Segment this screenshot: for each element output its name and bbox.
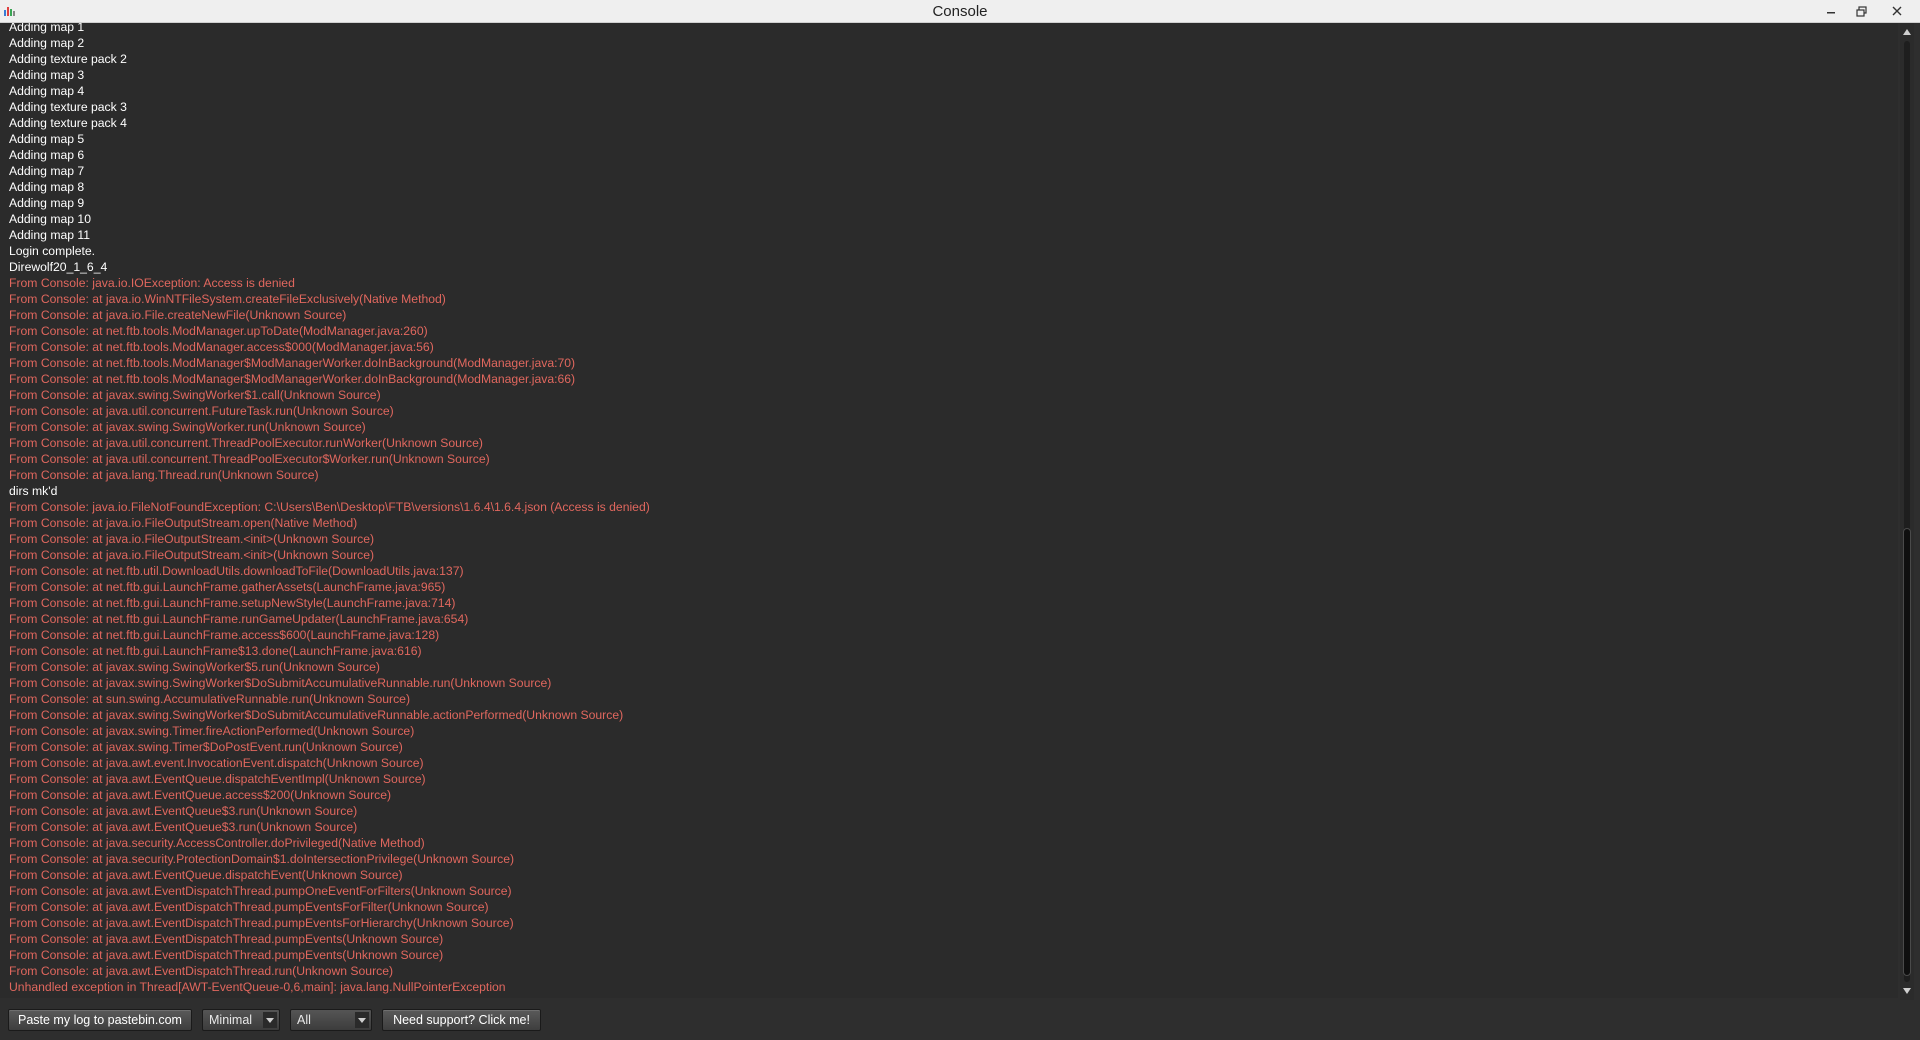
- minimize-button[interactable]: [1816, 0, 1846, 22]
- log-line: From Console: at java.io.WinNTFileSystem…: [9, 292, 446, 306]
- log-line: From Console: at javax.swing.Timer$DoPos…: [9, 740, 403, 754]
- log-line: From Console: at java.util.concurrent.Th…: [9, 436, 483, 450]
- log-line: Adding map 8: [9, 180, 85, 194]
- log-line: From Console: at net.ftb.tools.ModManage…: [9, 356, 576, 370]
- log-line: Adding map 5: [9, 132, 85, 146]
- log-line: From Console: at java.awt.EventQueue.dis…: [9, 868, 403, 882]
- log-line: From Console: at java.io.File.createNewF…: [9, 308, 347, 322]
- minimize-icon: [1827, 12, 1835, 14]
- paste-log-button[interactable]: Paste my log to pastebin.com: [8, 1009, 192, 1031]
- log-line: Direwolf20_1_6_4: [9, 260, 108, 274]
- log-line: From Console: at net.ftb.gui.LaunchFrame…: [9, 596, 456, 610]
- log-lines: Adding map 1 Adding map 2 Adding texture p…: [9, 23, 650, 995]
- log-source-value: All: [297, 1013, 311, 1027]
- scroll-up-button[interactable]: [1900, 25, 1914, 39]
- log-line: From Console: at javax.swing.SwingWorker…: [9, 708, 624, 722]
- arrow-up-icon: [1903, 29, 1911, 35]
- log-line: From Console: at sun.swing.AccumulativeR…: [9, 692, 411, 706]
- log-line: From Console: at javax.swing.Timer.fireA…: [9, 724, 415, 738]
- log-line: From Console: at java.util.concurrent.Th…: [9, 452, 490, 466]
- log-line: Adding map 2: [9, 36, 85, 50]
- close-icon: [1892, 6, 1902, 16]
- log-line: From Console: at java.awt.EventQueue$3.r…: [9, 820, 358, 834]
- log-line: From Console: at java.awt.EventDispatchT…: [9, 932, 444, 946]
- log-line: From Console: at java.security.AccessCon…: [9, 836, 425, 850]
- log-line: From Console: at java.awt.EventDispatchT…: [9, 964, 394, 978]
- support-button[interactable]: Need support? Click me!: [382, 1009, 541, 1031]
- log-line: Adding map 3: [9, 68, 85, 82]
- log-line: Adding map 10: [9, 212, 91, 226]
- log-line: From Console: at javax.swing.SwingWorker…: [9, 676, 552, 690]
- log-line: From Console: at net.ftb.gui.LaunchFrame…: [9, 580, 446, 594]
- log-line: From Console: java.io.IOException: Acces…: [9, 276, 295, 290]
- log-line: From Console: at net.ftb.gui.LaunchFrame…: [9, 612, 469, 626]
- log-line: From Console: at java.awt.EventDispatchT…: [9, 916, 514, 930]
- log-line: Adding texture pack 3: [9, 100, 127, 114]
- log-line: From Console: at net.ftb.tools.ModManage…: [9, 372, 576, 386]
- scroll-down-button[interactable]: [1900, 984, 1914, 998]
- log-line: From Console: at net.ftb.gui.LaunchFrame…: [9, 644, 422, 658]
- log-line: From Console: at javax.swing.SwingWorker…: [9, 660, 380, 674]
- log-type-value: Minimal: [209, 1013, 253, 1027]
- log-line: From Console: at java.awt.EventQueue.dis…: [9, 772, 426, 786]
- chevron-down-icon: [263, 1012, 277, 1028]
- vertical-scrollbar[interactable]: [1900, 23, 1914, 1000]
- log-line: From Console: at java.awt.EventQueue$3.r…: [9, 804, 358, 818]
- log-line: From Console: at java.awt.EventQueue.acc…: [9, 788, 392, 802]
- log-line: Unhandled exception in Thread[AWT-EventQ…: [9, 980, 506, 994]
- log-line: Adding map 7: [9, 164, 85, 178]
- log-line: Adding map 1: [9, 23, 85, 34]
- arrow-down-icon: [1903, 988, 1911, 994]
- log-type-select[interactable]: Minimal: [202, 1009, 280, 1031]
- log-line: Adding texture pack 4: [9, 116, 127, 130]
- log-line: From Console: java.io.FileNotFoundExcept…: [9, 500, 650, 514]
- log-line: dirs mk'd: [9, 484, 58, 498]
- log-line: From Console: at javax.swing.SwingWorker…: [9, 420, 366, 434]
- log-line: Adding map 4: [9, 84, 85, 98]
- log-line: From Console: at java.lang.Thread.run(Un…: [9, 468, 319, 482]
- log-line: Adding map 11: [9, 228, 91, 242]
- log-line: From Console: at java.awt.EventDispatchT…: [9, 900, 489, 914]
- log-line: From Console: at java.awt.event.Invocati…: [9, 756, 424, 770]
- close-button[interactable]: [1880, 0, 1914, 22]
- log-line: From Console: at java.awt.EventDispatchT…: [9, 948, 444, 962]
- log-line: From Console: at java.io.FileOutputStrea…: [9, 548, 375, 562]
- scroll-thumb[interactable]: [1903, 528, 1911, 976]
- restore-button[interactable]: [1846, 0, 1876, 22]
- log-line: From Console: at java.util.concurrent.Fu…: [9, 404, 394, 418]
- log-line: From Console: at net.ftb.tools.ModManage…: [9, 324, 428, 338]
- console-output[interactable]: Adding map 1 Adding map 2 Adding texture p…: [0, 23, 1898, 998]
- log-line: From Console: at net.ftb.tools.ModManage…: [9, 340, 434, 354]
- title-bar: Console: [0, 0, 1920, 23]
- log-source-select[interactable]: All: [290, 1009, 372, 1031]
- console-toolbar: Paste my log to pastebin.com Minimal All…: [0, 1000, 1920, 1040]
- log-line: From Console: at net.ftb.gui.LaunchFrame…: [9, 628, 440, 642]
- window-title: Console: [932, 3, 988, 20]
- log-line: Adding map 6: [9, 148, 85, 162]
- log-line: From Console: at java.security.Protectio…: [9, 852, 515, 866]
- log-line: From Console: at javax.swing.SwingWorker…: [9, 388, 381, 402]
- log-line: From Console: at net.ftb.util.DownloadUt…: [9, 564, 464, 578]
- log-line: From Console: at java.awt.EventDispatchT…: [9, 884, 512, 898]
- log-line: Login complete.: [9, 244, 96, 258]
- chevron-down-icon: [355, 1012, 369, 1028]
- log-line: From Console: at java.io.FileOutputStrea…: [9, 516, 358, 530]
- log-line: Adding texture pack 2: [9, 52, 127, 66]
- restore-icon: [1855, 5, 1867, 17]
- log-line: Adding map 9: [9, 196, 85, 210]
- log-line: From Console: at java.io.FileOutputStrea…: [9, 532, 375, 546]
